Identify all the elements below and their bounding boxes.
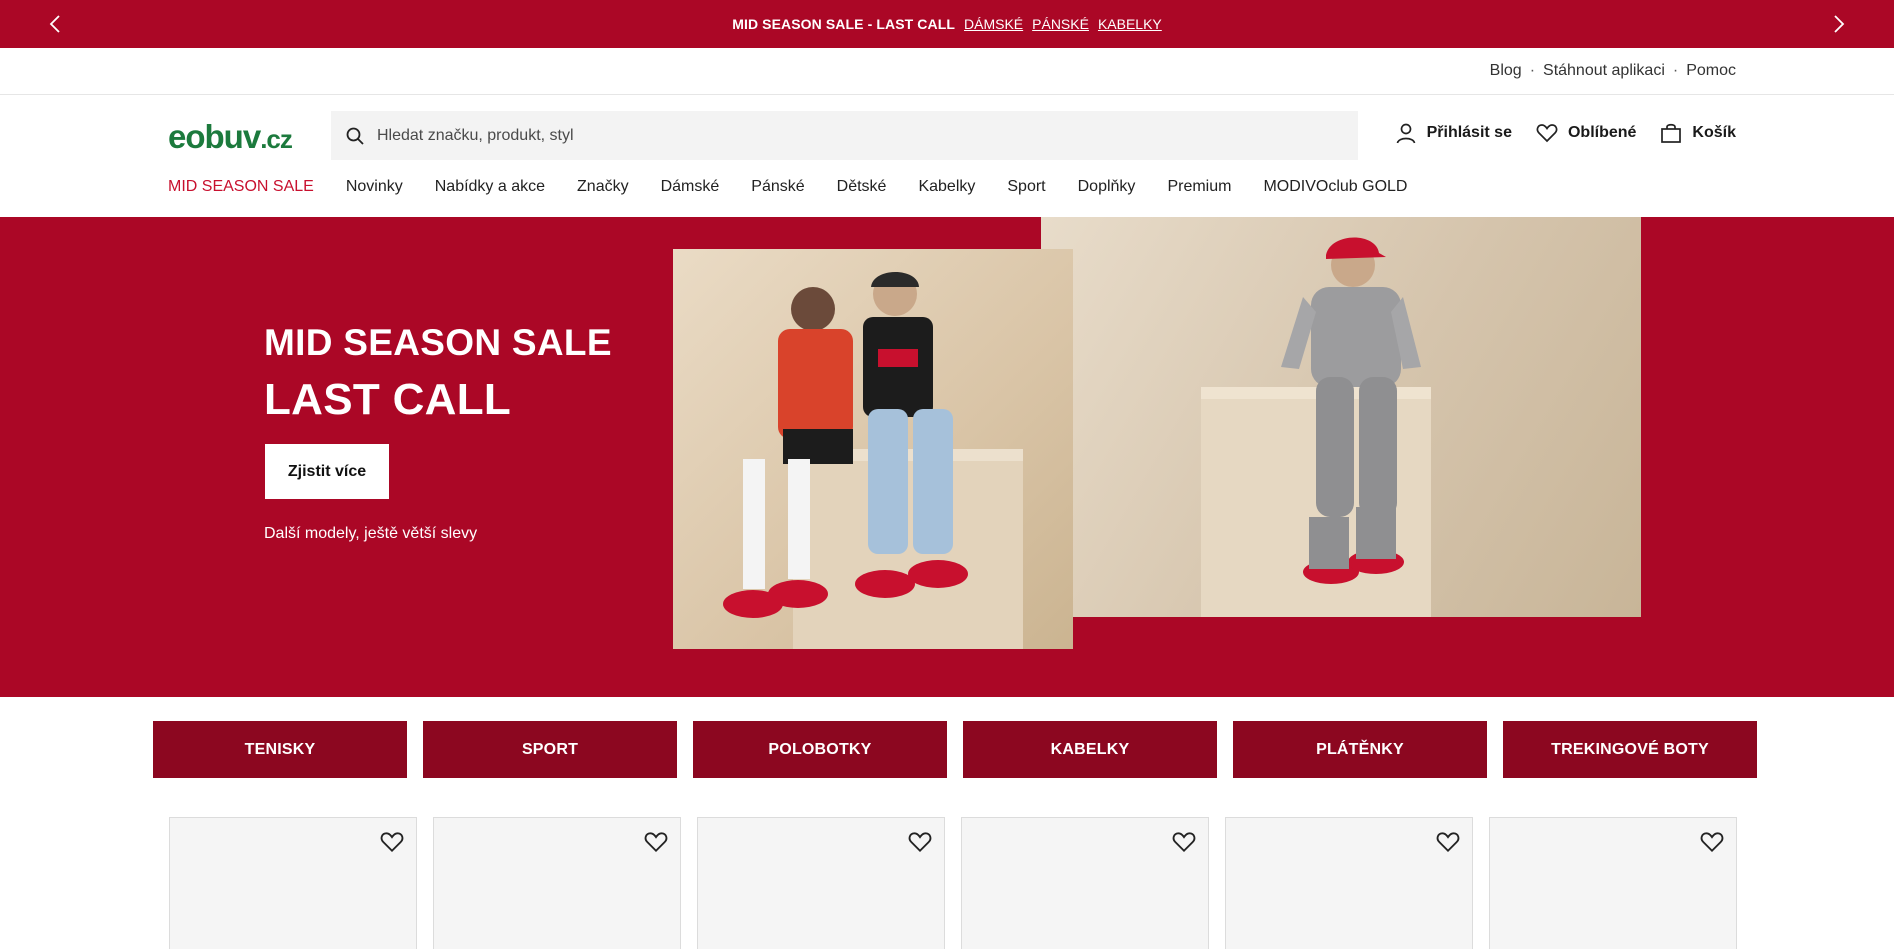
heart-icon[interactable] — [380, 830, 404, 854]
category-tiles: TENISKY SPORT POLOBOTKY KABELKY PLÁTĚNKY… — [153, 721, 1757, 778]
heart-icon[interactable] — [644, 830, 668, 854]
category-trekingove-boty[interactable]: TREKINGOVÉ BOTY — [1503, 721, 1757, 778]
main-nav: MID SEASON SALE Novinky Nabídky a akce Z… — [168, 178, 1407, 196]
nav-item-modivoclub[interactable]: MODIVOclub GOLD — [1263, 178, 1407, 196]
heart-icon — [1536, 124, 1558, 143]
cart-label: Košík — [1692, 124, 1736, 141]
category-kabelky[interactable]: KABELKY — [963, 721, 1217, 778]
favorites-label: Oblíbené — [1567, 124, 1637, 141]
promo-link-kabelky[interactable]: KABELKY — [1098, 16, 1162, 32]
product-card[interactable] — [169, 817, 417, 949]
nav-item-premium[interactable]: Premium — [1167, 178, 1231, 196]
hero-title-secondary: LAST CALL — [264, 375, 512, 424]
nav-item-znacky[interactable]: Značky — [577, 178, 629, 196]
separator: · — [1672, 62, 1679, 79]
product-card[interactable] — [433, 817, 681, 949]
favorites-button[interactable]: Oblíbené — [1536, 123, 1636, 143]
nav-item-sale[interactable]: MID SEASON SALE — [168, 178, 314, 196]
hero-photo-couple — [673, 249, 1073, 649]
promo-link-panske[interactable]: PÁNSKÉ — [1032, 16, 1089, 32]
hero-subtitle: Další modely, ještě větší slevy — [264, 525, 478, 542]
bag-icon — [1661, 123, 1682, 143]
nav-item-damske[interactable]: Dámské — [661, 178, 720, 196]
heart-icon[interactable] — [1436, 830, 1460, 854]
heart-icon[interactable] — [908, 830, 932, 854]
nav-item-doplnky[interactable]: Doplňky — [1078, 178, 1136, 196]
product-card[interactable] — [961, 817, 1209, 949]
logo-suffix: .cz — [260, 124, 293, 154]
promo-link-damske[interactable]: DÁMSKÉ — [964, 16, 1023, 32]
category-tenisky[interactable]: TENISKY — [153, 721, 407, 778]
separator: · — [1529, 62, 1536, 79]
utility-bar: Blog · Stáhnout aplikaci · Pomoc — [0, 48, 1894, 95]
blog-link[interactable]: Blog — [1490, 62, 1522, 80]
search-bar — [331, 111, 1358, 160]
nav-item-kabelky[interactable]: Kabelky — [918, 178, 975, 196]
category-platenky[interactable]: PLÁTĚNKY — [1233, 721, 1487, 778]
learn-more-button[interactable]: Zjistit více — [265, 444, 389, 499]
heart-icon[interactable] — [1172, 830, 1196, 854]
product-grid — [169, 817, 1737, 949]
product-card[interactable] — [1489, 817, 1737, 949]
chevron-right-icon[interactable] — [1827, 12, 1851, 36]
product-card[interactable] — [1225, 817, 1473, 949]
logo-main: eobuv — [168, 118, 261, 155]
hero-banner[interactable]: MID SEASON SALE LAST CALL Zjistit více D… — [0, 217, 1894, 697]
hero-title: MID SEASON SALE — [264, 322, 612, 363]
user-icon — [1396, 123, 1415, 144]
help-link[interactable]: Pomoc — [1686, 62, 1736, 80]
nav-item-sport[interactable]: Sport — [1007, 178, 1045, 196]
promo-bar: MID SEASON SALE - LAST CALL DÁMSKÉ PÁNSK… — [0, 0, 1894, 48]
header-actions: Přihlásit se Oblíbené Košík — [1395, 122, 1736, 144]
nav-item-detske[interactable]: Dětské — [837, 178, 887, 196]
category-sport[interactable]: SPORT — [423, 721, 677, 778]
promo-text: MID SEASON SALE - LAST CALL — [732, 16, 956, 32]
nav-item-nabidky[interactable]: Nabídky a akce — [435, 178, 545, 196]
product-card[interactable] — [697, 817, 945, 949]
search-icon — [346, 127, 364, 145]
chevron-left-icon[interactable] — [43, 12, 67, 36]
download-app-link[interactable]: Stáhnout aplikaci — [1543, 62, 1665, 80]
heart-icon[interactable] — [1700, 830, 1724, 854]
cart-button[interactable]: Košík — [1660, 122, 1736, 144]
login-label: Přihlásit se — [1426, 124, 1512, 141]
category-polobotky[interactable]: POLOBOTKY — [693, 721, 947, 778]
login-button[interactable]: Přihlásit se — [1395, 122, 1512, 144]
logo[interactable]: eobuv.cz — [168, 118, 293, 156]
nav-item-novinky[interactable]: Novinky — [346, 178, 403, 196]
nav-item-panske[interactable]: Pánské — [751, 178, 804, 196]
hero-photo-man — [1041, 217, 1641, 617]
search-input[interactable] — [377, 126, 1277, 145]
